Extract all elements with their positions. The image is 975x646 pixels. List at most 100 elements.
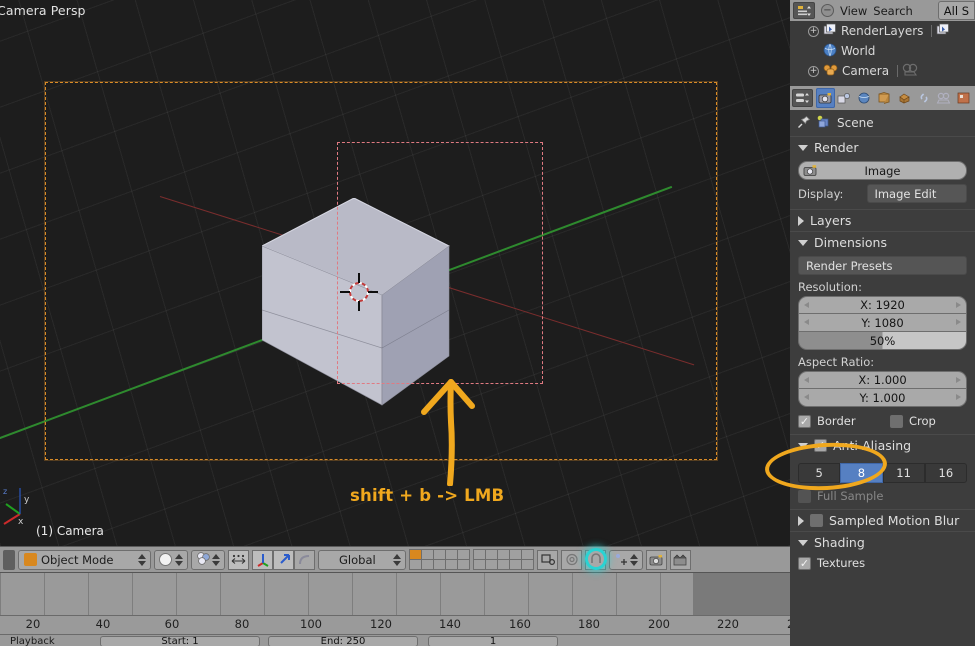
- pin-icon[interactable]: [797, 115, 811, 132]
- snap-target-icon[interactable]: [537, 549, 558, 570]
- timeline-tick: 180: [578, 617, 600, 631]
- expand-icon[interactable]: +: [808, 65, 819, 77]
- resolution-percent-field[interactable]: 50%: [798, 332, 967, 350]
- current-frame-field[interactable]: 1: [428, 636, 558, 646]
- section-body-render[interactable]: Image Display: Image Edit: [790, 158, 975, 209]
- outliner-row-world[interactable]: World: [790, 41, 975, 61]
- editor-type-icon[interactable]: [3, 549, 15, 570]
- tab-render-layers[interactable]: [836, 88, 855, 108]
- border-crop-row[interactable]: ✓ Border Crop: [798, 414, 967, 428]
- pivot-point-dropdown[interactable]: [191, 549, 225, 570]
- render-presets-dropdown[interactable]: Render Presets: [798, 256, 967, 275]
- timeline-tick: 100: [300, 617, 322, 631]
- render-image-button[interactable]: Image: [798, 161, 967, 180]
- full-sample-row[interactable]: Full Sample: [798, 489, 967, 503]
- scale-manipulator-icon[interactable]: [294, 549, 315, 570]
- transform-orientation-dropdown[interactable]: Global: [318, 549, 406, 570]
- aa-sample-5[interactable]: 5: [798, 463, 841, 483]
- tab-object[interactable]: [895, 88, 914, 108]
- properties-breadcrumb[interactable]: Scene: [790, 110, 975, 136]
- rotate-manipulator-icon[interactable]: [273, 549, 294, 570]
- proportional-edit-icon[interactable]: [561, 549, 582, 570]
- mode-dropdown[interactable]: Object Mode: [18, 549, 151, 570]
- border-checkbox[interactable]: ✓: [798, 414, 811, 428]
- tab-constraints[interactable]: [915, 88, 934, 108]
- outliner-row-camera[interactable]: + Camera: [790, 61, 975, 81]
- outliner-editor-type-icon[interactable]: [793, 2, 815, 19]
- properties-editor[interactable]: Scene Render Image Display: Image Edit L…: [790, 86, 975, 646]
- translate-manipulator-icon[interactable]: [252, 549, 273, 570]
- anti-aliasing-checkbox[interactable]: ✓: [814, 439, 827, 452]
- viewport-3d[interactable]: Camera Persp y x z shift + b -> LMB (1) …: [0, 0, 790, 546]
- properties-tab-bar[interactable]: [790, 86, 975, 110]
- section-header-shading[interactable]: Shading: [790, 531, 975, 553]
- render-layers-icon-right[interactable]: [936, 23, 950, 39]
- viewport-header-toolbar[interactable]: Object Mode Global: [0, 546, 790, 572]
- aa-sample-11[interactable]: 11: [882, 463, 925, 483]
- outliner-header[interactable]: − View Search All S: [790, 0, 975, 21]
- chevron-down-icon: [798, 442, 808, 449]
- layer-grid-icon[interactable]: [409, 549, 470, 570]
- properties-editor-type-icon[interactable]: [792, 89, 813, 107]
- viewport-view-label: Camera Persp: [0, 3, 86, 18]
- collapse-all-icon[interactable]: −: [821, 4, 834, 17]
- aspect-y-field[interactable]: Y: 1.000: [798, 389, 967, 407]
- display-row[interactable]: Display: Image Edit: [798, 184, 967, 203]
- playback-menu[interactable]: Playback: [6, 636, 80, 646]
- border-checkbox-row[interactable]: ✓ Border: [798, 414, 890, 428]
- camera-data-icon[interactable]: [902, 63, 918, 79]
- snap-element-dropdown[interactable]: [609, 549, 643, 570]
- resolution-y-field[interactable]: Y: 1080: [798, 314, 967, 332]
- section-body-dimensions[interactable]: Render Presets Resolution: X: 1920 Y: 10…: [790, 253, 975, 434]
- tab-render[interactable]: [815, 88, 835, 108]
- render-animation-clapper-icon[interactable]: [670, 549, 691, 570]
- layer-grid-icon-2[interactable]: [473, 549, 534, 570]
- full-sample-checkbox[interactable]: [798, 489, 811, 503]
- section-header-render[interactable]: Render: [790, 136, 975, 158]
- snap-magnet-icon[interactable]: [585, 549, 606, 570]
- crop-checkbox-row[interactable]: Crop: [890, 414, 936, 428]
- start-frame-field[interactable]: Start: 1: [100, 636, 260, 646]
- tab-modifiers[interactable]: [934, 88, 953, 108]
- manipulator-toggle-icon[interactable]: [228, 549, 249, 570]
- textures-checkbox[interactable]: ✓: [798, 556, 811, 570]
- section-body-anti-aliasing[interactable]: 5 8 11 16 Full Sample: [790, 456, 975, 509]
- resolution-x-field[interactable]: X: 1920: [798, 296, 967, 314]
- viewport-shading-dropdown[interactable]: [154, 549, 188, 570]
- tab-data[interactable]: [954, 88, 973, 108]
- section-header-motion-blur[interactable]: Sampled Motion Blur: [790, 509, 975, 531]
- outliner-row-label: RenderLayers: [841, 24, 924, 38]
- motion-blur-checkbox[interactable]: [810, 514, 823, 527]
- menu-search[interactable]: Search: [873, 4, 913, 18]
- textures-label: Textures: [817, 556, 866, 570]
- aspect-fields[interactable]: X: 1.000 Y: 1.000: [798, 371, 967, 407]
- expand-icon[interactable]: +: [808, 25, 819, 37]
- outliner-editor[interactable]: − View Search All S + RenderLayers World…: [790, 0, 975, 86]
- section-body-shading[interactable]: ✓ Textures: [790, 553, 975, 576]
- end-frame-field[interactable]: End: 250: [268, 636, 418, 646]
- timeline-footer-toolbar[interactable]: Playback Start: 1 End: 250 1: [0, 635, 790, 646]
- crop-checkbox[interactable]: [890, 414, 903, 428]
- tab-world[interactable]: [875, 88, 894, 108]
- outliner-tree[interactable]: + RenderLayers World + Camera: [790, 21, 975, 81]
- manipulator-mode-group[interactable]: [252, 549, 315, 570]
- display-mode-dropdown[interactable]: Image Edit: [867, 184, 967, 203]
- render-still-camera-icon[interactable]: [646, 549, 667, 570]
- outliner-row-renderlayers[interactable]: + RenderLayers: [790, 21, 975, 41]
- timeline-ruler[interactable]: 20 40 60 80 100 120 140 160 180 200 220 …: [0, 615, 878, 635]
- section-header-anti-aliasing[interactable]: ✓ Anti-Aliasing: [790, 434, 975, 456]
- resolution-fields[interactable]: X: 1920 Y: 1080 50%: [798, 296, 967, 350]
- aa-sample-16[interactable]: 16: [924, 463, 967, 483]
- aa-sample-8[interactable]: 8: [840, 463, 883, 483]
- timeline-track-area[interactable]: [0, 573, 790, 615]
- outliner-display-mode-dropdown[interactable]: All S: [937, 1, 975, 20]
- section-header-layers[interactable]: Layers: [790, 209, 975, 231]
- aa-samples-segmented[interactable]: 5 8 11 16: [798, 463, 967, 483]
- textures-row[interactable]: ✓ Textures: [798, 556, 967, 570]
- aspect-x-field[interactable]: X: 1.000: [798, 371, 967, 389]
- chevron-right-icon: [798, 215, 804, 226]
- menu-view[interactable]: View: [840, 4, 867, 18]
- tab-scene[interactable]: [855, 88, 874, 108]
- timeline-editor[interactable]: 20 40 60 80 100 120 140 160 180 200 220 …: [0, 572, 878, 646]
- section-header-dimensions[interactable]: Dimensions: [790, 231, 975, 253]
